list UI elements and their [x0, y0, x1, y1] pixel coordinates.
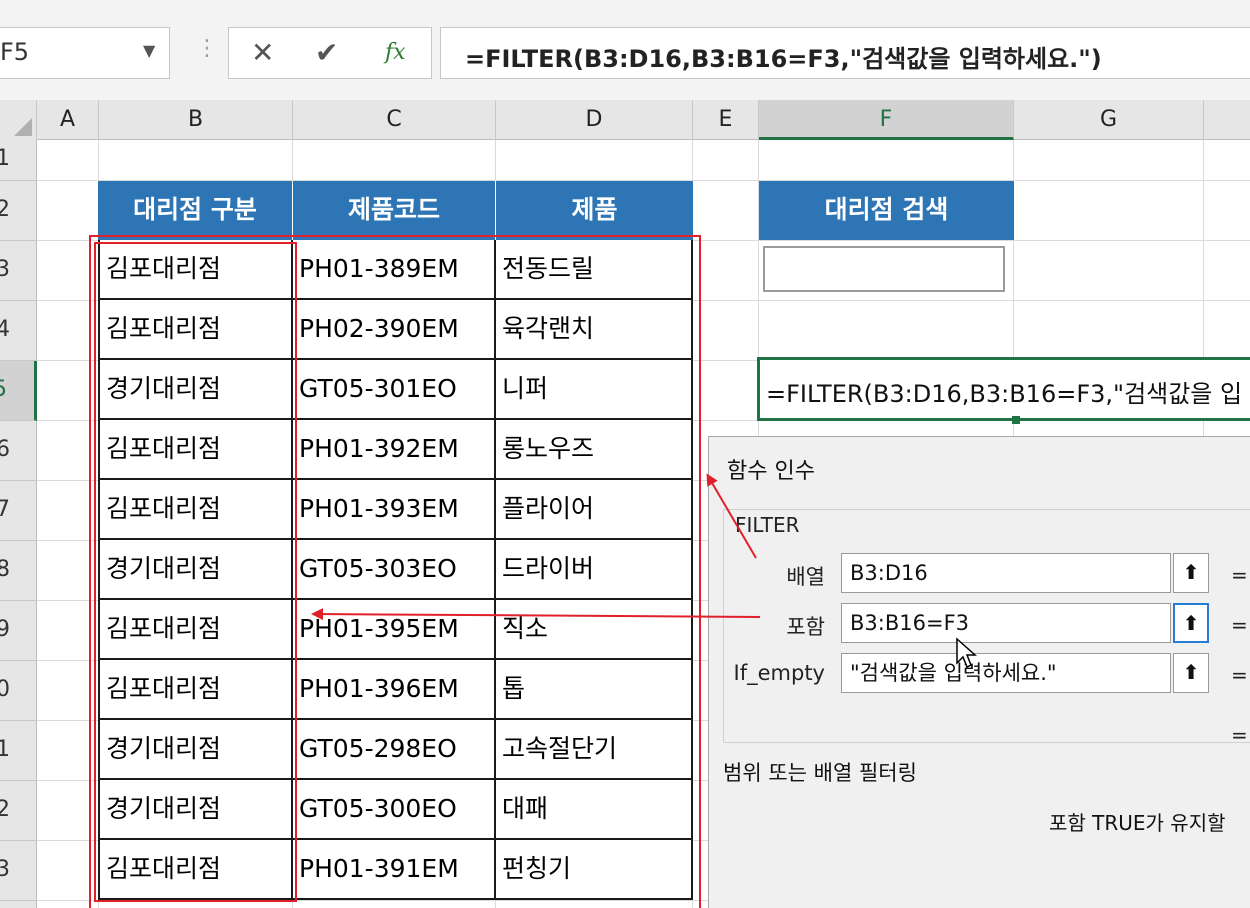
result-equals: =	[1231, 723, 1248, 747]
column-header-e[interactable]: E	[693, 100, 759, 140]
column-headers: A B C D E F G	[0, 100, 1250, 140]
row-header-3[interactable]: 3	[0, 241, 37, 301]
arg-input-if-empty[interactable]: "검색값을 입력하세요."	[841, 653, 1171, 693]
enter-icon[interactable]: ✔	[315, 36, 338, 69]
table-cell-branch[interactable]: 경기대리점	[98, 720, 293, 780]
collapse-dialog-icon[interactable]: ⬆	[1173, 653, 1209, 693]
table-cell-product[interactable]: 톱	[496, 660, 693, 720]
row-header-8[interactable]: 8	[0, 541, 37, 601]
row-header-13[interactable]: 13	[0, 841, 37, 901]
table-cell-branch[interactable]: 김포대리점	[98, 300, 293, 360]
name-box-value: F5	[0, 38, 30, 66]
function-description: 범위 또는 배열 필터링	[723, 761, 917, 785]
search-input-cell[interactable]	[763, 246, 1005, 292]
mouse-pointer-icon	[956, 637, 977, 669]
function-name: FILTER	[735, 513, 800, 537]
function-arguments-dialog: 함수 인수 FILTER 배열 B3:D16 ⬆ = 포함 B3:B16=F3 …	[708, 436, 1250, 908]
table-cell-code[interactable]: PH01-389EM	[293, 240, 496, 300]
row-header-6[interactable]: 6	[0, 421, 37, 481]
column-header-b[interactable]: B	[99, 100, 293, 140]
arg-label-array: 배열	[786, 565, 825, 589]
drag-handle-icon[interactable]: ⋮	[196, 36, 218, 61]
table-cell-product[interactable]: 대패	[496, 780, 693, 840]
table-cell-product[interactable]: 드라이버	[496, 540, 693, 600]
arg-input-include[interactable]: B3:B16=F3	[841, 603, 1171, 643]
column-header-c[interactable]: C	[293, 100, 496, 140]
arg-equals: =	[1231, 613, 1248, 637]
cancel-icon[interactable]: ✕	[251, 36, 274, 69]
row-header-5[interactable]: 5	[0, 361, 37, 421]
row-header-12[interactable]: 12	[0, 781, 37, 841]
row-header-1[interactable]: 1	[0, 140, 37, 181]
row-headers: 1 2 3 4 5 6 7 8 9 10 11 12 13	[0, 140, 37, 908]
table-cell-code[interactable]: PH01-393EM	[293, 480, 496, 540]
table-cell-code[interactable]: PH02-390EM	[293, 300, 496, 360]
table-cell-branch[interactable]: 김포대리점	[98, 420, 293, 480]
fill-handle[interactable]	[1012, 416, 1020, 424]
formula-text: =FILTER(B3:D16,B3:B16=F3,"검색값을 입력하세요.")	[465, 45, 1102, 73]
table-cell-product[interactable]: 롱노우즈	[496, 420, 693, 480]
arg-equals: =	[1231, 663, 1248, 687]
table-cell-code[interactable]: PH01-395EM	[293, 600, 496, 660]
dialog-title: 함수 인수	[727, 459, 815, 484]
table-cell-branch[interactable]: 김포대리점	[98, 480, 293, 540]
table-header-product[interactable]: 제품	[496, 181, 693, 240]
column-header-f[interactable]: F	[759, 100, 1014, 140]
table-cell-product[interactable]: 직소	[496, 600, 693, 660]
arg-label-include: 포함	[786, 615, 825, 639]
table-cell-code[interactable]: GT05-301EO	[293, 360, 496, 420]
select-all-button[interactable]	[0, 100, 37, 140]
table-cell-branch[interactable]: 김포대리점	[98, 240, 293, 300]
table-cell-branch[interactable]: 김포대리점	[98, 840, 293, 900]
table-cell-product[interactable]: 플라이어	[496, 480, 693, 540]
chevron-down-icon[interactable]: ▼	[143, 41, 155, 60]
row-header-11[interactable]: 11	[0, 721, 37, 781]
row-header-4[interactable]: 4	[0, 301, 37, 361]
table-cell-code[interactable]: PH01-396EM	[293, 660, 496, 720]
table-cell-branch[interactable]: 경기대리점	[98, 360, 293, 420]
active-cell-f5[interactable]: =FILTER(B3:D16,B3:B16=F3,"검색값을 입	[757, 357, 1250, 424]
table-header-branch[interactable]: 대리점 구분	[98, 181, 293, 240]
search-header[interactable]: 대리점 검색	[759, 181, 1014, 240]
collapse-dialog-icon[interactable]: ⬆	[1173, 603, 1209, 643]
table-cell-code[interactable]: PH01-392EM	[293, 420, 496, 480]
table-header-code[interactable]: 제품코드	[293, 181, 496, 240]
table-cell-code[interactable]: GT05-303EO	[293, 540, 496, 600]
table-cell-product[interactable]: 고속절단기	[496, 720, 693, 780]
table-cell-code[interactable]: GT05-298EO	[293, 720, 496, 780]
table-cell-branch[interactable]: 김포대리점	[98, 600, 293, 660]
row-header-9[interactable]: 9	[0, 601, 37, 661]
column-header-g[interactable]: G	[1014, 100, 1204, 140]
column-header-a[interactable]: A	[37, 100, 99, 140]
arg-label-if-empty: If_empty	[733, 661, 825, 685]
row-header-2[interactable]: 2	[0, 181, 37, 241]
collapse-dialog-icon[interactable]: ⬆	[1173, 553, 1209, 593]
row-header-10[interactable]: 10	[0, 661, 37, 721]
argument-description: 포함 TRUE가 유지할	[1049, 811, 1226, 835]
table-cell-product[interactable]: 펀칭기	[496, 840, 693, 900]
formula-buttons: ✕ ✔ fx	[228, 27, 432, 79]
table-cell-branch[interactable]: 경기대리점	[98, 540, 293, 600]
table-cell-code[interactable]: PH01-391EM	[293, 840, 496, 900]
active-cell-formula: =FILTER(B3:D16,B3:B16=F3,"검색값을 입	[766, 380, 1243, 408]
formula-input[interactable]: =FILTER(B3:D16,B3:B16=F3,"검색값을 입력하세요.")	[440, 27, 1250, 79]
arg-input-array[interactable]: B3:D16	[841, 553, 1171, 593]
table-cell-code[interactable]: GT05-300EO	[293, 780, 496, 840]
table-cell-branch[interactable]: 경기대리점	[98, 780, 293, 840]
formula-bar: F5 ▼ ⋮ ✕ ✔ fx =FILTER(B3:D16,B3:B16=F3,"…	[0, 0, 1250, 100]
name-box[interactable]: F5 ▼	[0, 27, 170, 79]
table-cell-product[interactable]: 전동드릴	[496, 240, 693, 300]
table-cell-branch[interactable]: 김포대리점	[98, 660, 293, 720]
arg-equals: =	[1231, 563, 1248, 587]
column-header-d[interactable]: D	[496, 100, 693, 140]
insert-function-icon[interactable]: fx	[385, 40, 406, 65]
table-cell-product[interactable]: 니퍼	[496, 360, 693, 420]
table-cell-product[interactable]: 육각랜치	[496, 300, 693, 360]
row-header-7[interactable]: 7	[0, 481, 37, 541]
